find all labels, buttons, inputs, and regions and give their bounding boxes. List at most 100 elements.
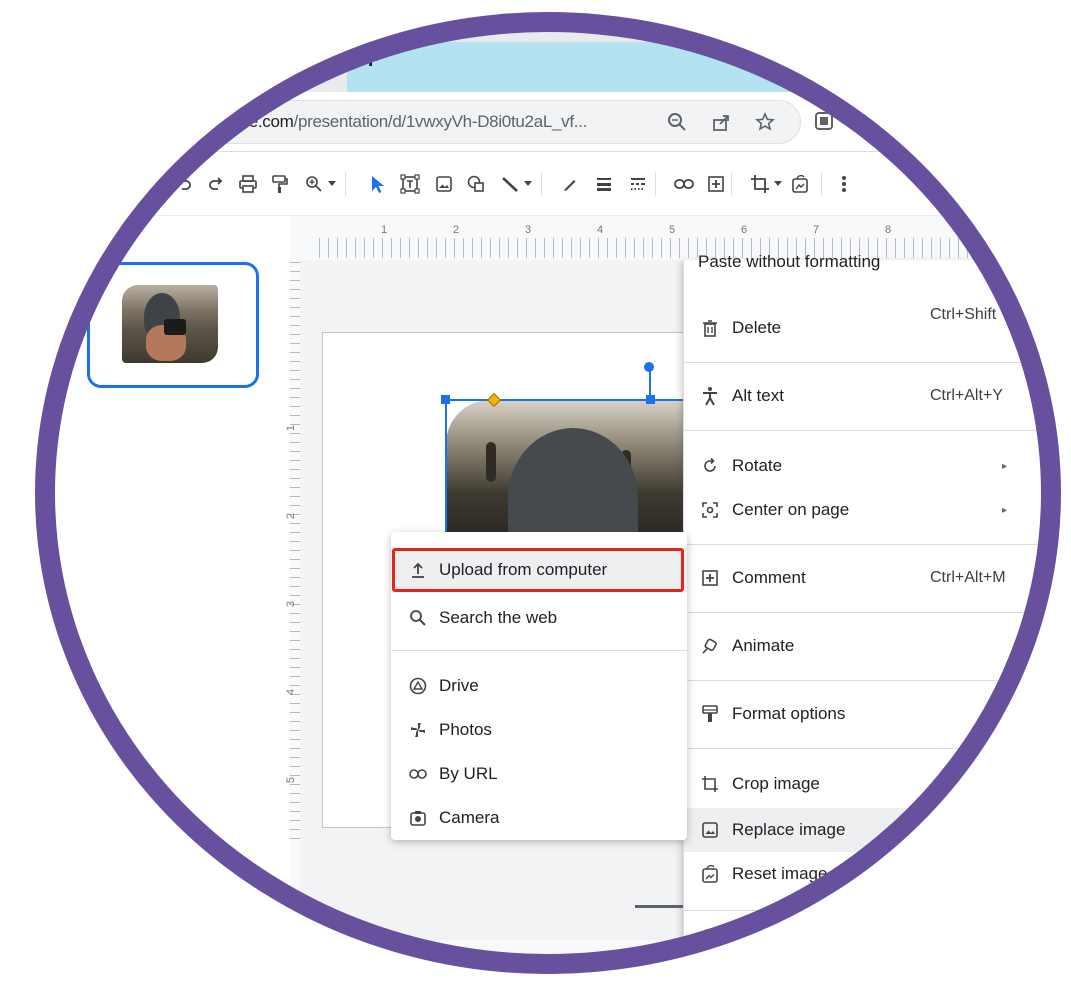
submenu-item-label: Search the web xyxy=(439,608,558,627)
url-field[interactable]: s.google.com/presentation/d/1vwxyVh-D8i0… xyxy=(175,100,801,144)
border-weight-icon[interactable] xyxy=(591,170,617,198)
resize-handle-top-left[interactable] xyxy=(441,395,450,404)
submenu-divider xyxy=(391,650,687,651)
link-icon xyxy=(407,763,429,785)
menu-shortcut: Ctrl+Alt+M xyxy=(930,569,1006,586)
toolbar-divider xyxy=(541,172,542,196)
submenu-item-camera[interactable]: Camera xyxy=(391,796,687,840)
menu-item-label: Comment xyxy=(732,568,806,587)
menu-item-label: Rotate xyxy=(732,456,783,475)
zoom-dropdown-icon[interactable] xyxy=(327,174,337,194)
menu-item-delete[interactable]: Delete Ctrl+Shift xyxy=(684,306,1061,350)
resize-handle-top-right[interactable] xyxy=(646,395,655,404)
context-menu: Paste without formatting Delete Ctrl+Shi… xyxy=(683,252,1061,974)
menu-shortcut: Ctrl+Alt+Y xyxy=(930,387,1003,404)
url-domain: s.google.com xyxy=(196,112,294,131)
selected-image[interactable] xyxy=(446,400,686,534)
new-tab-button[interactable]: + xyxy=(363,44,378,75)
more-icon[interactable] xyxy=(831,170,857,198)
menu-item-alt-text[interactable]: Alt text Ctrl+Alt+Y xyxy=(684,374,1061,418)
menu-item-crop-image[interactable]: Crop image xyxy=(684,762,1061,806)
menu-item-reset-image[interactable]: Reset image xyxy=(684,852,1061,896)
drive-icon xyxy=(407,675,429,697)
ruler-mark: 8 xyxy=(885,224,892,236)
submenu-arrow-icon: ▸ xyxy=(1002,504,1008,516)
link-icon[interactable] xyxy=(671,170,697,198)
submenu-item-label: Drive xyxy=(439,676,479,695)
ruler-mark: 7 xyxy=(813,224,820,236)
share-icon[interactable] xyxy=(706,107,736,137)
extension-icon[interactable] xyxy=(811,108,837,134)
line-dropdown-icon[interactable] xyxy=(523,174,533,194)
menu-item-comment[interactable]: Comment Ctrl+Alt+M xyxy=(684,556,1061,600)
rotate-handle[interactable] xyxy=(644,362,654,372)
ruler-mark: 5 xyxy=(669,224,676,236)
toolbar-divider xyxy=(821,172,822,196)
submenu-item-label: By URL xyxy=(439,764,498,783)
undo-icon[interactable] xyxy=(171,170,197,198)
text-box-icon[interactable] xyxy=(397,170,423,198)
ruler-mark: 2 xyxy=(285,512,298,520)
camera-icon xyxy=(407,807,429,829)
submenu-item-by-url[interactable]: By URL xyxy=(391,752,687,796)
submenu-item-photos[interactable]: Photos xyxy=(391,708,687,752)
select-icon[interactable] xyxy=(365,170,391,198)
menu-item-label: Reset image xyxy=(732,864,828,883)
image-icon[interactable] xyxy=(431,170,457,198)
filmstrip-panel xyxy=(35,216,290,974)
ruler-mark: 3 xyxy=(525,224,532,236)
border-dash-icon[interactable] xyxy=(625,170,651,198)
bookmark-star-icon[interactable] xyxy=(750,107,780,137)
rotate-icon xyxy=(698,454,722,478)
line-icon[interactable] xyxy=(497,170,523,198)
center-icon xyxy=(698,498,722,522)
accessibility-icon xyxy=(698,384,722,408)
horizontal-ruler: 1 2 3 4 5 6 7 8 9 xyxy=(319,224,1061,258)
submenu-item-drive[interactable]: Drive xyxy=(391,664,687,708)
ruler-mark: 1 xyxy=(381,224,388,236)
toolbar-divider xyxy=(731,172,732,196)
slide-thumbnail[interactable] xyxy=(87,262,259,388)
pen-icon[interactable] xyxy=(557,170,583,198)
menu-item-format-options[interactable]: Format options xyxy=(684,692,1061,736)
menu-item-center-on-page[interactable]: Center on page ▸ xyxy=(684,488,1061,532)
ruler-mark: 4 xyxy=(597,224,604,236)
print-icon[interactable] xyxy=(235,170,261,198)
menu-item-replace-image[interactable]: Replace image xyxy=(684,808,1061,852)
submenu-arrow-icon: ▸ xyxy=(1002,460,1008,472)
highlight-box xyxy=(392,548,684,592)
crop-dropdown-icon[interactable] xyxy=(773,174,783,194)
submenu-item-search-the-web[interactable]: Search the web xyxy=(391,596,687,640)
ruler-mark: 4 xyxy=(285,688,298,696)
animate-icon xyxy=(698,634,722,658)
zoom-icon[interactable] xyxy=(662,107,692,137)
menu-item-rotate[interactable]: Rotate ▸ xyxy=(684,444,1061,488)
ruler-mark: 9 xyxy=(957,224,964,236)
menu-divider xyxy=(684,748,1061,749)
ruler-mark: 5 xyxy=(285,776,298,784)
menu-divider xyxy=(684,680,1061,681)
paste-without-formatting-item[interactable]: Paste without formatting xyxy=(698,252,880,272)
submenu-item-label: Camera xyxy=(439,808,500,827)
replace-image-icon xyxy=(698,818,722,842)
comment-icon[interactable] xyxy=(703,170,729,198)
format-options-icon xyxy=(698,702,722,726)
menu-divider xyxy=(684,430,1061,431)
menu-item-label: Alt text xyxy=(732,386,784,405)
paint-format-icon[interactable] xyxy=(267,170,293,198)
redo-icon[interactable] xyxy=(203,170,229,198)
reset-image-icon[interactable] xyxy=(787,170,813,198)
menu-item-animate[interactable]: Animate xyxy=(684,624,1061,668)
url-path: /presentation/d/1vwxyVh-D8i0tu2aL_vf... xyxy=(293,112,588,131)
profile-icon[interactable] xyxy=(847,108,873,134)
thumbnail-image xyxy=(122,285,218,363)
shape-icon[interactable] xyxy=(463,170,489,198)
selection-border-left xyxy=(445,399,447,535)
address-bar: s.google.com/presentation/d/1vwxyVh-D8i0… xyxy=(35,92,1061,152)
crop-icon[interactable] xyxy=(747,170,773,198)
menu-item-label: Format options xyxy=(732,704,846,723)
menu-item-label: Delete xyxy=(732,318,782,337)
zoom-icon[interactable] xyxy=(301,170,327,198)
comment-icon xyxy=(698,566,722,590)
ruler-mark: 3 xyxy=(285,600,298,608)
